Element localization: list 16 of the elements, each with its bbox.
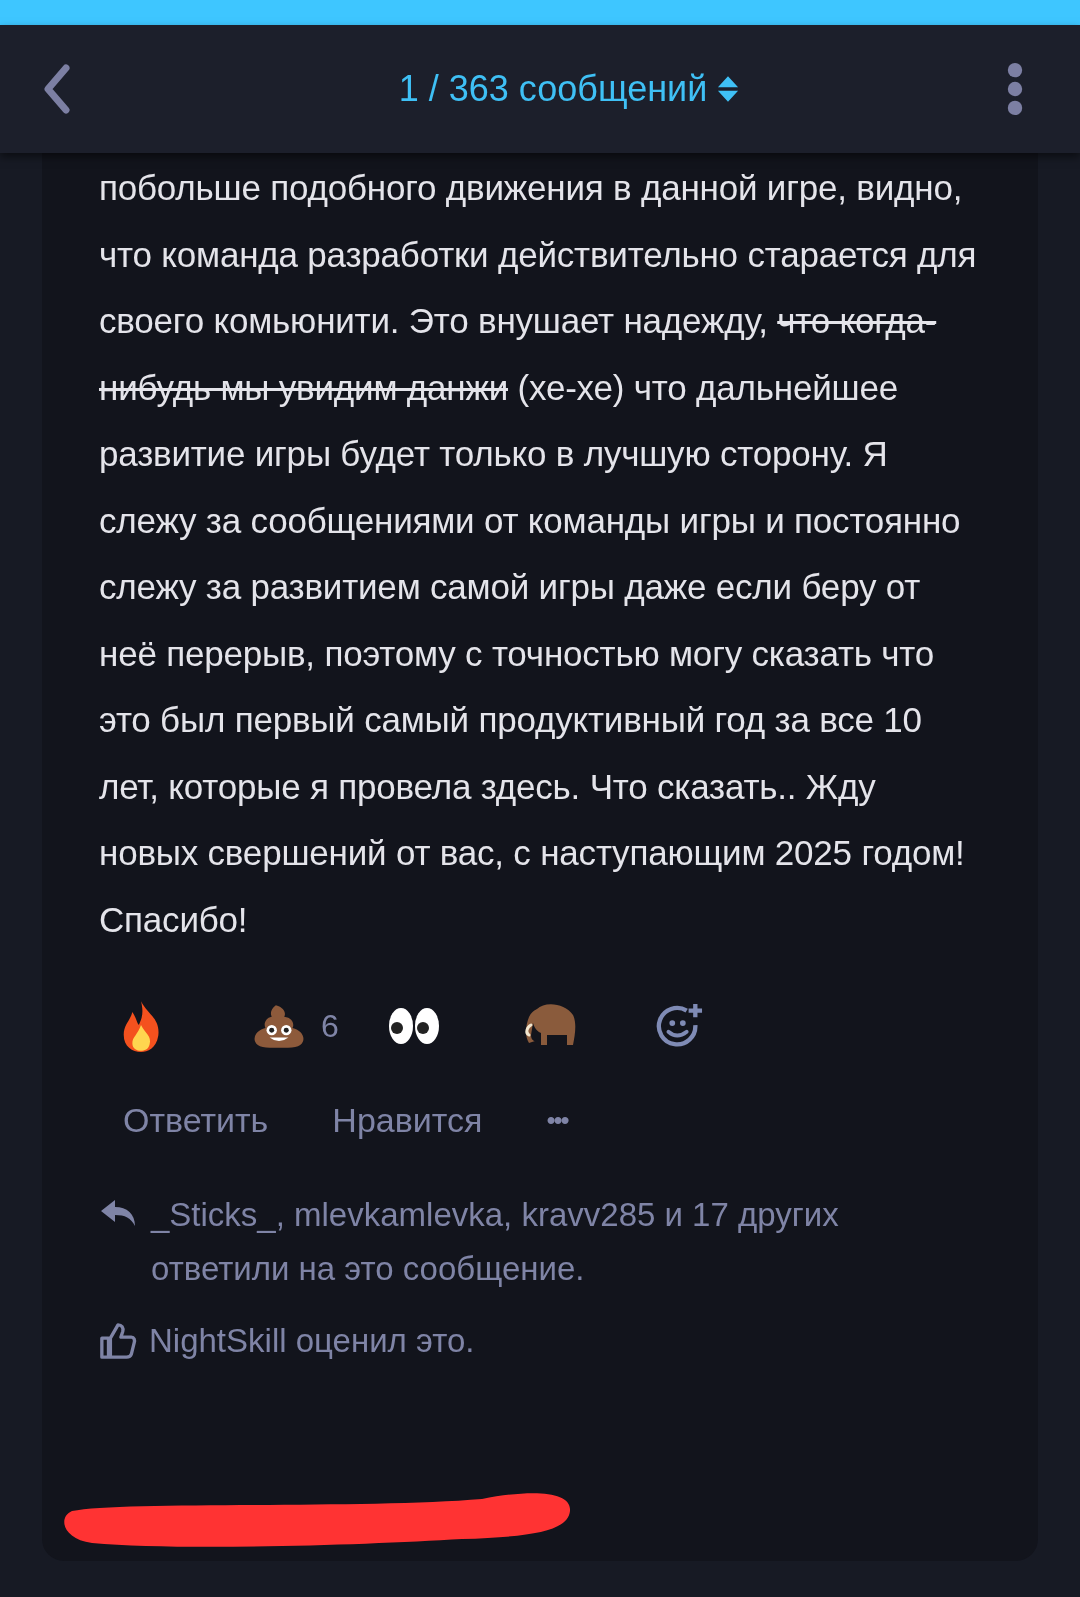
action-button[interactable]: Нравится <box>332 1101 483 1140</box>
replies-text: _Sticks_, mlevkamlevka, kravv285 и 17 других ответили на это сообщение. <box>151 1195 840 1289</box>
sort-icon <box>717 75 740 103</box>
action-button[interactable]: Ответить <box>123 1101 269 1140</box>
more-menu-icon[interactable] <box>1006 62 1024 116</box>
more-button[interactable]: ••• <box>546 1105 568 1136</box>
eyes-icon <box>387 1006 441 1046</box>
post-text: побольше подобного движения в данной игре, видно, что команда разработки действительно старается для своего комьюнити. Это внушает надежду, что когда-нибудь мы увидим данжи (хе-хе) что дальнейшее развитие игры будет только в лучшую сторону. Я слежу за сообщениями от команды игры и постоянно слежу за развитием самой игры даже если беру от неё перерыв, поэтому с точностью могу сказать что это был первый самый продуктивный год за все 10 лет, которые я провела здесь. Что сказать.. Жду новых свершений от вас, с наступающим 2025 годом! Спасибо! <box>99 167 978 941</box>
thumbs-up-icon <box>99 1322 137 1360</box>
message-counter-button[interactable]: 1 / 363 сообщений <box>398 68 740 110</box>
likes-text: NightSkill оценил это. <box>149 1321 475 1361</box>
poop-icon <box>253 1003 305 1049</box>
reaction-count: 6 <box>321 1007 339 1045</box>
add-reaction-icon <box>655 1002 703 1050</box>
back-icon[interactable] <box>42 64 72 114</box>
reaction-button[interactable]: 6 <box>253 1003 387 1049</box>
